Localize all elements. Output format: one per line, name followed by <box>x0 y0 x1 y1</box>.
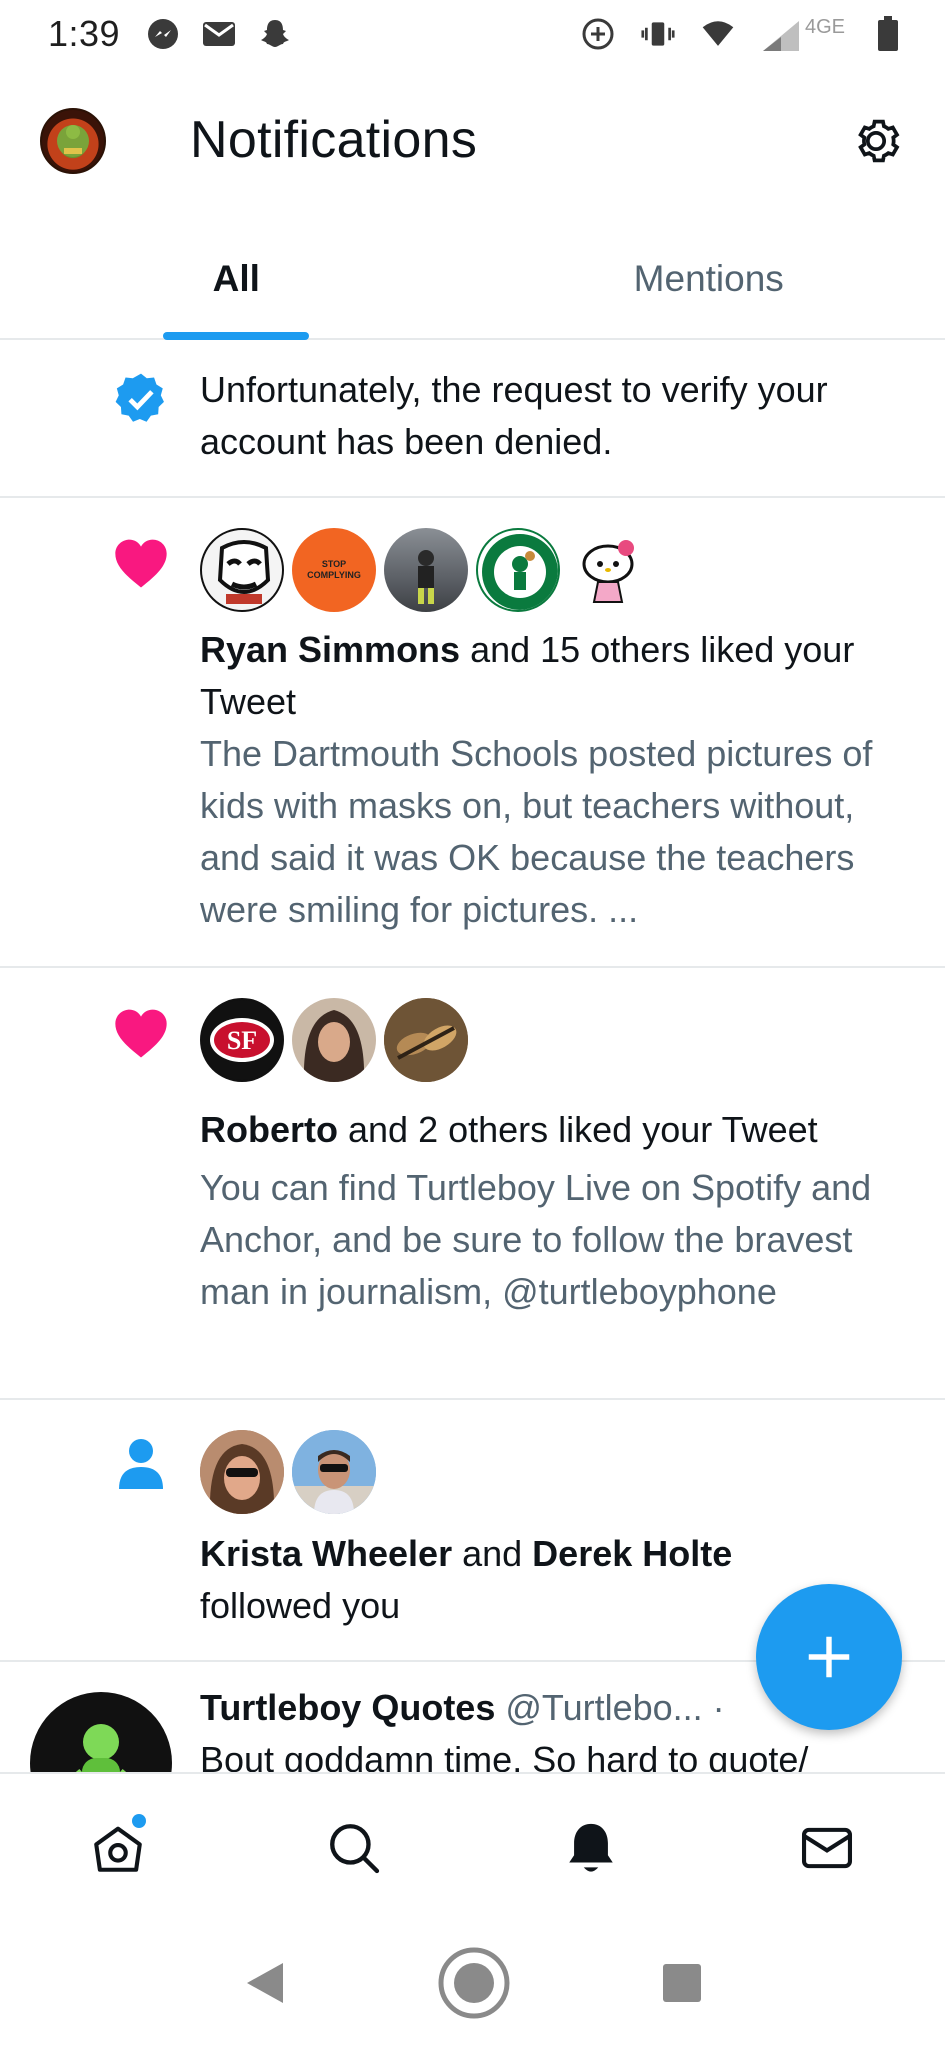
back-icon <box>246 1962 283 2003</box>
obey-face-icon <box>217 540 271 604</box>
avatar[interactable] <box>568 528 652 612</box>
tweet-author-handle[interactable]: @Turtlebo... <box>505 1687 702 1728</box>
system-navigation-bar <box>0 1922 945 2048</box>
snapchat-icon <box>258 17 292 51</box>
follower-avatars <box>200 1430 905 1514</box>
notification-verification[interactable]: Unfortunately, the request to verify you… <box>0 340 945 498</box>
settings-button[interactable] <box>843 108 909 174</box>
notification-like[interactable]: STOP COMPLYING Ryan Simmons and 15 other… <box>0 498 945 968</box>
notification-tabs: All Mentions <box>0 220 945 340</box>
notifications-feed[interactable]: Unfortunately, the request to verify you… <box>0 340 945 1772</box>
stop-complying-text: STOP COMPLYING <box>307 559 361 580</box>
actor-name[interactable]: Ryan Simmons <box>200 629 460 670</box>
active-tab-indicator <box>163 332 309 340</box>
compose-tweet-button[interactable] <box>756 1584 902 1730</box>
turtle-logo-icon <box>57 125 89 157</box>
svg-text:SF: SF <box>227 1026 257 1055</box>
49ers-logo-icon: SF <box>202 1000 282 1080</box>
messenger-icon <box>146 17 180 51</box>
celtics-logo-icon <box>482 534 558 610</box>
avatar[interactable]: SF <box>200 998 284 1082</box>
avatar[interactable] <box>384 528 468 612</box>
new-content-dot <box>132 1814 146 1828</box>
profile-avatar[interactable] <box>40 108 106 174</box>
network-type-label: 4GE <box>804 15 845 38</box>
tweet-text: Bout goddamn time. So hard to quote/ <box>200 1739 809 1772</box>
nav-search[interactable] <box>236 1774 472 1922</box>
liker-avatars: SF <box>200 998 905 1082</box>
tab-all-label: All <box>212 258 260 299</box>
follow-joiner: and <box>452 1533 533 1574</box>
tweet-separator: · <box>702 1687 725 1728</box>
search-icon <box>330 1824 380 1874</box>
battery-icon <box>871 16 905 51</box>
status-bar: 1:39 4GE <box>0 0 945 68</box>
avatar[interactable] <box>200 528 284 612</box>
like-action: and 2 others liked your Tweet <box>338 1109 818 1150</box>
page-title: Notifications <box>190 111 478 169</box>
signal-icon: 4GE <box>761 16 845 53</box>
heart-icon <box>110 532 172 594</box>
actor-name[interactable]: Krista Wheeler <box>200 1533 452 1574</box>
gmail-icon <box>202 17 236 51</box>
follow-summary: Krista Wheeler and Derek Holte <box>200 1528 905 1580</box>
liker-avatars: STOP COMPLYING <box>200 528 905 612</box>
wifi-icon <box>701 17 735 51</box>
woman-sunglasses-icon <box>200 1430 284 1514</box>
verification-text: Unfortunately, the request to verify you… <box>200 369 828 462</box>
nav-home[interactable] <box>0 1774 236 1922</box>
like-summary: Roberto and 2 others liked your Tweet <box>200 1104 905 1156</box>
turtle-mascot-icon <box>75 1724 127 1772</box>
person-icon <box>110 1434 172 1496</box>
nav-messages[interactable] <box>709 1774 945 1922</box>
liked-tweet-text: The Dartmouth Schools posted pictures of… <box>200 733 873 930</box>
tab-mentions[interactable]: Mentions <box>473 220 945 338</box>
avatar[interactable] <box>476 528 560 612</box>
avatar[interactable] <box>30 1692 172 1772</box>
person-photo-icon <box>418 550 434 604</box>
plus-icon <box>808 1636 850 1678</box>
bell-icon <box>568 1823 613 1872</box>
man-sunglasses-icon <box>292 1430 376 1514</box>
tab-mentions-label: Mentions <box>633 258 784 299</box>
hello-kitty-icon <box>582 540 634 603</box>
app-header: Notifications <box>0 90 945 190</box>
status-time: 1:39 <box>48 13 121 54</box>
bottom-navigation <box>0 1772 945 1922</box>
notification-like[interactable]: SF Roberto and 2 others liked your Tweet <box>0 968 945 1400</box>
tweet-author-name[interactable]: Turtleboy Quotes <box>200 1687 495 1728</box>
sandals-photo-icon <box>384 998 468 1082</box>
gear-icon <box>858 119 900 163</box>
verified-badge-icon <box>110 368 172 430</box>
system-back-button[interactable] <box>243 1959 287 2012</box>
nav-notifications[interactable] <box>473 1774 709 1922</box>
avatar[interactable]: STOP COMPLYING <box>292 528 376 612</box>
liked-tweet-text: You can find Turtleboy Live on Spotify a… <box>200 1167 872 1312</box>
like-summary: Ryan Simmons and 15 others liked your Tw… <box>200 624 905 728</box>
avatar[interactable] <box>292 998 376 1082</box>
recents-icon <box>662 1963 701 2002</box>
actor-name[interactable]: Derek Holte <box>532 1533 732 1574</box>
avatar[interactable] <box>292 1430 376 1514</box>
avatar[interactable] <box>200 1430 284 1514</box>
system-recents-button[interactable] <box>661 1962 703 2009</box>
system-home-button[interactable] <box>437 1946 511 2025</box>
avatar[interactable] <box>384 998 468 1082</box>
tab-all[interactable]: All <box>0 220 473 338</box>
woman-portrait-icon <box>303 1010 365 1082</box>
mail-icon <box>801 1827 852 1869</box>
vibrate-icon <box>641 17 675 51</box>
home-circle-icon <box>438 1947 509 2018</box>
actor-name[interactable]: Roberto <box>200 1109 338 1150</box>
heart-icon <box>110 1002 172 1064</box>
data-saver-icon <box>581 17 615 51</box>
